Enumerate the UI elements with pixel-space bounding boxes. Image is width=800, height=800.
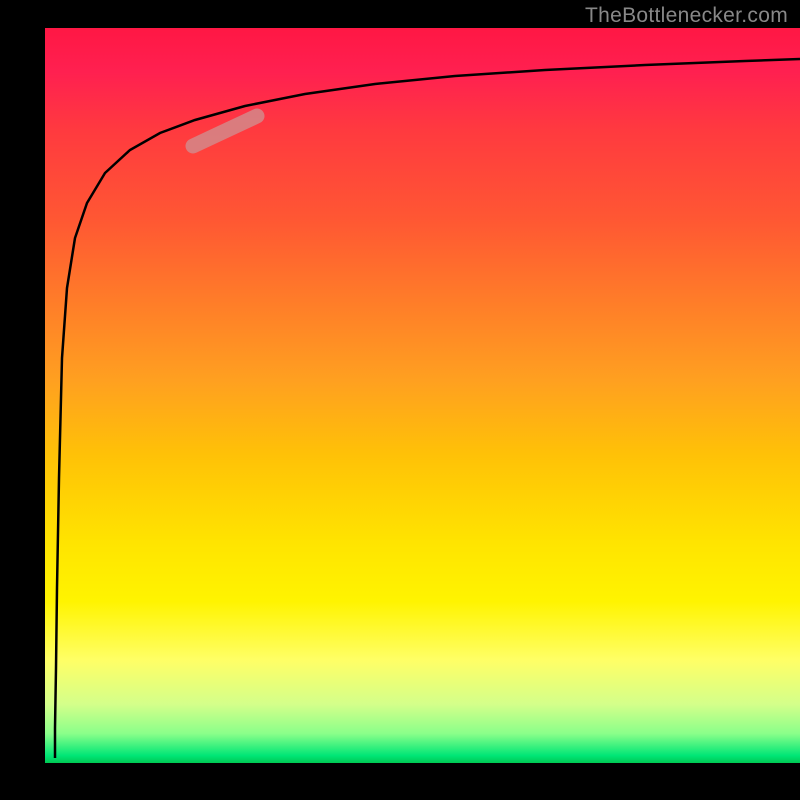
chart-plot-area bbox=[45, 28, 800, 763]
watermark-text: TheBottlenecker.com bbox=[585, 4, 788, 28]
y-axis-area bbox=[0, 0, 45, 800]
x-axis-area bbox=[0, 763, 800, 800]
